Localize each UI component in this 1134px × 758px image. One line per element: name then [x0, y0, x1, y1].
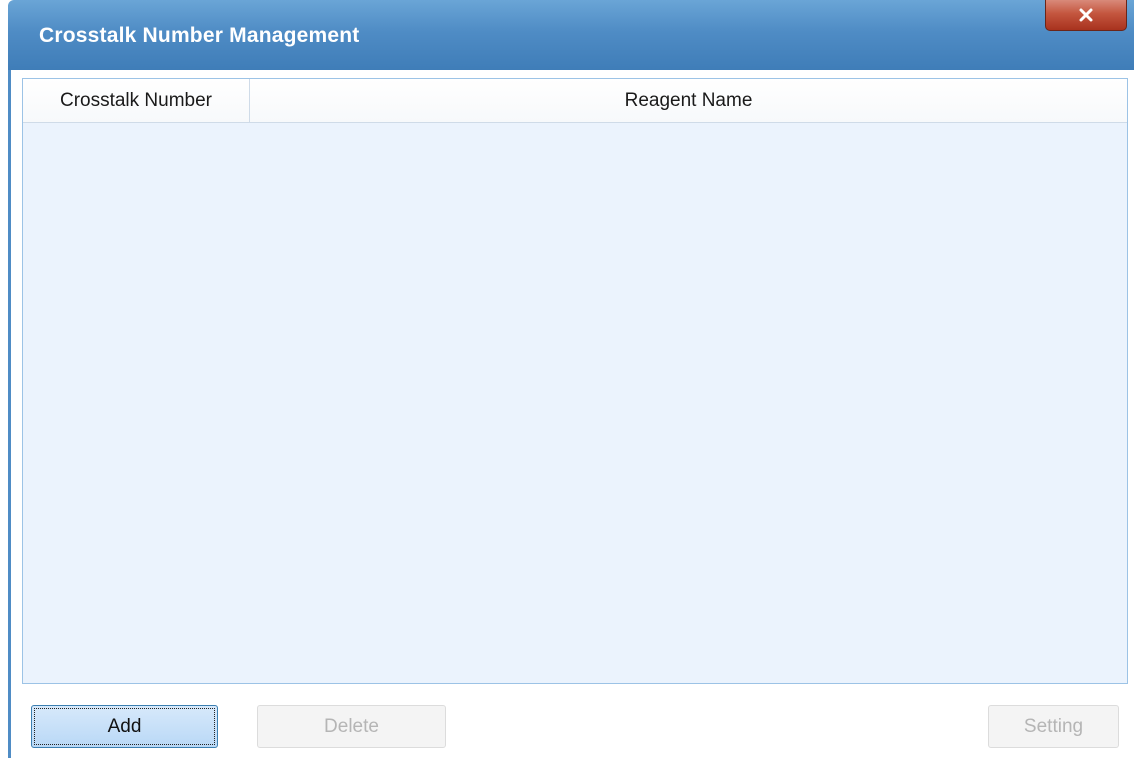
add-button-label: Add	[107, 715, 142, 737]
delete-button-label: Delete	[324, 715, 379, 737]
setting-button-label: Setting	[1023, 715, 1084, 737]
table-body[interactable]	[23, 123, 1127, 683]
crosstalk-table[interactable]: Crosstalk Number Reagent Name	[22, 78, 1128, 684]
close-button[interactable]	[1045, 0, 1127, 31]
close-icon	[1078, 7, 1094, 23]
crosstalk-dialog: Crosstalk Number Management Crosstalk Nu…	[0, 0, 1134, 758]
table-header: Crosstalk Number Reagent Name	[23, 79, 1127, 123]
window-title: Crosstalk Number Management	[39, 24, 360, 47]
title-bar[interactable]: Crosstalk Number Management	[8, 0, 1134, 70]
column-header-reagent-name[interactable]: Reagent Name	[250, 79, 1127, 122]
add-button[interactable]: Add	[31, 705, 218, 748]
column-header-crosstalk-number[interactable]: Crosstalk Number	[23, 79, 250, 122]
window-left-border	[8, 70, 11, 758]
delete-button[interactable]: Delete	[257, 705, 446, 748]
setting-button[interactable]: Setting	[988, 705, 1119, 748]
